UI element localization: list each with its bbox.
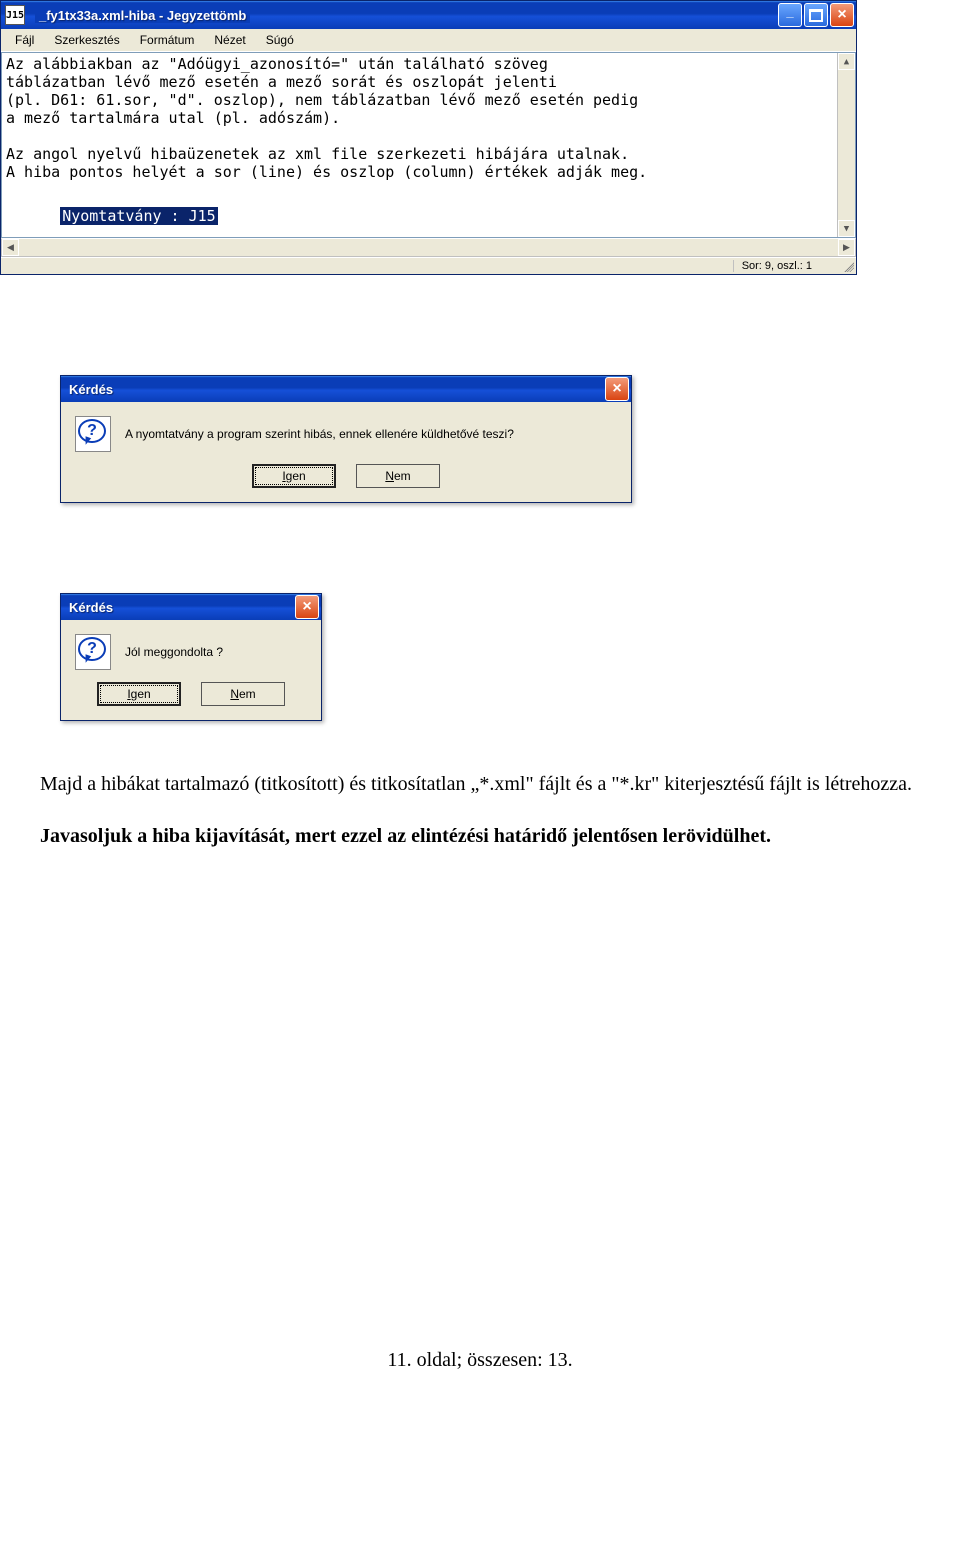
- app-icon: J15: [5, 5, 25, 25]
- text-plain: Az alábbiakban az "Adóügyi_azonosító=" u…: [6, 55, 851, 181]
- question-icon: ?: [75, 634, 111, 670]
- window-title: _fy1tx33a.xml-hiba - Jegyzettömb: [35, 8, 250, 23]
- scroll-right-icon[interactable]: ▶: [838, 239, 855, 256]
- confirm-dialog-1: Kérdés × ? A nyomtatvány a program szeri…: [60, 375, 632, 503]
- maximize-button[interactable]: [804, 3, 828, 27]
- menu-edit[interactable]: Szerkesztés: [44, 31, 129, 49]
- text-selection: Nyomtatvány : J15 A mező kötelezően kitö…: [6, 189, 851, 238]
- doc-paragraph-2: Javasoljuk a hiba kijavítását, mert ezze…: [40, 823, 920, 849]
- vertical-scrollbar[interactable]: ▲ ▼: [837, 53, 855, 237]
- dialog2-message: Jól meggondolta ?: [125, 645, 223, 659]
- dialog1-yes-button[interactable]: Igen: [252, 464, 336, 488]
- horizontal-scrollbar[interactable]: ◀ ▶: [1, 238, 856, 257]
- dialog2-title: Kérdés: [69, 600, 113, 615]
- dialog2-no-button[interactable]: Nem: [201, 682, 285, 706]
- status-cursor-position: Sor: 9, oszl.: 1: [733, 260, 836, 272]
- dialog1-message: A nyomtatvány a program szerint hibás, e…: [125, 427, 514, 441]
- menu-format[interactable]: Formátum: [130, 31, 205, 49]
- menu-help[interactable]: Súgó: [256, 31, 304, 49]
- text-area[interactable]: Az alábbiakban az "Adóügyi_azonosító=" u…: [1, 52, 856, 238]
- notepad-window: J15 _fy1tx33a.xml-hiba - Jegyzettömb Fáj…: [0, 0, 857, 275]
- confirm-dialog-2: Kérdés × ? Jól meggondolta ? Igen Nem: [60, 593, 322, 721]
- menubar: Fájl Szerkesztés Formátum Nézet Súgó: [1, 29, 856, 52]
- dialog2-yes-button[interactable]: Igen: [97, 682, 181, 706]
- dialog1-no-button[interactable]: Nem: [356, 464, 440, 488]
- doc-paragraph-1: Majd a hibákat tartalmazó (titkosított) …: [40, 771, 920, 797]
- dialog1-close-button[interactable]: ×: [605, 377, 629, 401]
- dialog1-titlebar[interactable]: Kérdés ×: [61, 376, 631, 402]
- resize-grip-icon[interactable]: [842, 260, 854, 272]
- page-number: 11. oldal; összesen: 13.: [0, 1349, 960, 1372]
- selected-line-1: Nyomtatvány : J15: [60, 207, 218, 225]
- dialog2-close-button[interactable]: ×: [295, 595, 319, 619]
- scroll-down-icon[interactable]: ▼: [838, 220, 855, 237]
- scroll-up-icon[interactable]: ▲: [838, 53, 855, 70]
- question-icon: ?: [75, 416, 111, 452]
- dialog1-title: Kérdés: [69, 382, 113, 397]
- menu-file[interactable]: Fájl: [5, 31, 44, 49]
- close-button[interactable]: [830, 3, 854, 27]
- statusbar: Sor: 9, oszl.: 1: [1, 257, 856, 274]
- titlebar[interactable]: J15 _fy1tx33a.xml-hiba - Jegyzettömb: [1, 1, 856, 29]
- scroll-left-icon[interactable]: ◀: [2, 239, 19, 256]
- menu-view[interactable]: Nézet: [204, 31, 255, 49]
- minimize-button[interactable]: [778, 3, 802, 27]
- dialog2-titlebar[interactable]: Kérdés ×: [61, 594, 321, 620]
